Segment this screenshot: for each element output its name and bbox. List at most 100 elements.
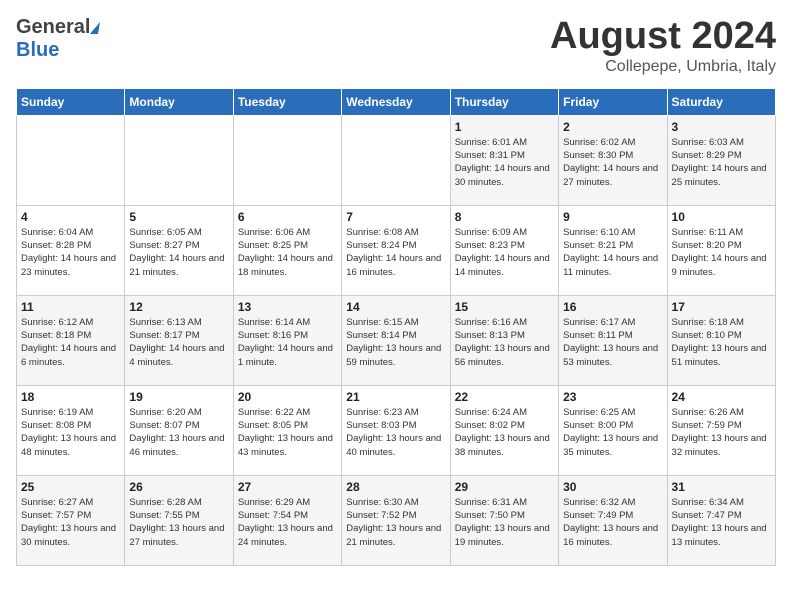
table-row: 28 Sunrise: 6:30 AM Sunset: 7:52 PM Dayli… [342,475,450,565]
day-number: 18 [21,390,120,404]
day-number: 29 [455,480,554,494]
day-info: Sunrise: 6:08 AM Sunset: 8:24 PM Dayligh… [346,226,445,279]
table-row: 5 Sunrise: 6:05 AM Sunset: 8:27 PM Daylig… [125,205,233,295]
table-row: 23 Sunrise: 6:25 AM Sunset: 8:00 PM Dayli… [559,385,667,475]
table-row: 17 Sunrise: 6:18 AM Sunset: 8:10 PM Dayli… [667,295,775,385]
logo: General Blue [16,16,99,62]
day-info: Sunrise: 6:15 AM Sunset: 8:14 PM Dayligh… [346,316,445,369]
logo-general: General [16,16,90,39]
table-row: 2Sunrise: 6:02 AM Sunset: 8:30 PM Daylig… [559,115,667,205]
day-info: Sunrise: 6:17 AM Sunset: 8:11 PM Dayligh… [563,316,662,369]
header-monday: Monday [125,88,233,115]
table-row: 29Sunrise: 6:31 AM Sunset: 7:50 PM Dayli… [450,475,558,565]
day-number: 9 [563,210,662,224]
table-row [342,115,450,205]
day-number: 10 [672,210,771,224]
header-saturday: Saturday [667,88,775,115]
day-number: 19 [129,390,228,404]
day-number: 11 [21,300,120,314]
table-row: 21 Sunrise: 6:23 AM Sunset: 8:03 PM Dayli… [342,385,450,475]
day-number: 30 [563,480,662,494]
table-row [17,115,125,205]
day-number: 28 [346,480,445,494]
day-info: Sunrise: 6:26 AM Sunset: 7:59 PM Dayligh… [672,406,771,459]
table-row: 27Sunrise: 6:29 AM Sunset: 7:54 PM Dayli… [233,475,341,565]
day-number: 26 [129,480,228,494]
day-info: Sunrise: 6:30 AM Sunset: 7:52 PM Dayligh… [346,496,445,549]
day-number: 31 [672,480,771,494]
table-row [233,115,341,205]
day-info: Sunrise: 6:06 AM Sunset: 8:25 PM Dayligh… [238,226,337,279]
table-row: 24 Sunrise: 6:26 AM Sunset: 7:59 PM Dayli… [667,385,775,475]
day-number: 20 [238,390,337,404]
table-row: 3 Sunrise: 6:03 AM Sunset: 8:29 PM Daylig… [667,115,775,205]
calendar-body: 1 Sunrise: 6:01 AM Sunset: 8:31 PM Daylig… [17,115,776,565]
day-info: Sunrise: 6:01 AM Sunset: 8:31 PM Dayligh… [455,136,554,189]
day-info: Sunrise: 6:20 AM Sunset: 8:07 PM Dayligh… [129,406,228,459]
logo-blue: Blue [16,39,59,62]
header-tuesday: Tuesday [233,88,341,115]
day-number: 6 [238,210,337,224]
table-row: 8Sunrise: 6:09 AM Sunset: 8:23 PM Daylig… [450,205,558,295]
table-row: 16 Sunrise: 6:17 AM Sunset: 8:11 PM Dayli… [559,295,667,385]
table-row: 12 Sunrise: 6:13 AM Sunset: 8:17 PM Dayli… [125,295,233,385]
header-friday: Friday [559,88,667,115]
day-info: Sunrise: 6:05 AM Sunset: 8:27 PM Dayligh… [129,226,228,279]
day-info: Sunrise: 6:09 AM Sunset: 8:23 PM Dayligh… [455,226,554,279]
location-subtitle: Collepepe, Umbria, Italy [550,58,776,76]
table-row: 18Sunrise: 6:19 AM Sunset: 8:08 PM Dayli… [17,385,125,475]
table-row: 30 Sunrise: 6:32 AM Sunset: 7:49 PM Dayli… [559,475,667,565]
day-info: Sunrise: 6:28 AM Sunset: 7:55 PM Dayligh… [129,496,228,549]
day-info: Sunrise: 6:34 AM Sunset: 7:47 PM Dayligh… [672,496,771,549]
day-info: Sunrise: 6:03 AM Sunset: 8:29 PM Dayligh… [672,136,771,189]
day-info: Sunrise: 6:14 AM Sunset: 8:16 PM Dayligh… [238,316,337,369]
day-number: 3 [672,120,771,134]
day-number: 17 [672,300,771,314]
day-number: 2 [563,120,662,134]
day-info: Sunrise: 6:18 AM Sunset: 8:10 PM Dayligh… [672,316,771,369]
table-row: 6 Sunrise: 6:06 AM Sunset: 8:25 PM Daylig… [233,205,341,295]
table-row: 15Sunrise: 6:16 AM Sunset: 8:13 PM Dayli… [450,295,558,385]
table-row: 1 Sunrise: 6:01 AM Sunset: 8:31 PM Daylig… [450,115,558,205]
table-row: 13 Sunrise: 6:14 AM Sunset: 8:16 PM Dayli… [233,295,341,385]
day-info: Sunrise: 6:27 AM Sunset: 7:57 PM Dayligh… [21,496,120,549]
table-row: 26 Sunrise: 6:28 AM Sunset: 7:55 PM Dayli… [125,475,233,565]
day-number: 7 [346,210,445,224]
day-number: 12 [129,300,228,314]
day-number: 13 [238,300,337,314]
day-info: Sunrise: 6:22 AM Sunset: 8:05 PM Dayligh… [238,406,337,459]
page-header: General Blue August 2024 Collepepe, Umbr… [16,16,776,76]
logo-arrow-icon [90,22,100,34]
table-row: 11 Sunrise: 6:12 AM Sunset: 8:18 PM Dayli… [17,295,125,385]
day-info: Sunrise: 6:13 AM Sunset: 8:17 PM Dayligh… [129,316,228,369]
day-number: 5 [129,210,228,224]
day-number: 21 [346,390,445,404]
table-row: 19 Sunrise: 6:20 AM Sunset: 8:07 PM Dayli… [125,385,233,475]
table-row: 9 Sunrise: 6:10 AM Sunset: 8:21 PM Daylig… [559,205,667,295]
table-row: 25 Sunrise: 6:27 AM Sunset: 7:57 PM Dayli… [17,475,125,565]
day-number: 25 [21,480,120,494]
day-info: Sunrise: 6:04 AM Sunset: 8:28 PM Dayligh… [21,226,120,279]
table-row: 31 Sunrise: 6:34 AM Sunset: 7:47 PM Dayli… [667,475,775,565]
day-number: 1 [455,120,554,134]
table-row [125,115,233,205]
day-info: Sunrise: 6:12 AM Sunset: 8:18 PM Dayligh… [21,316,120,369]
day-number: 16 [563,300,662,314]
month-title: August 2024 [550,16,776,58]
day-info: Sunrise: 6:10 AM Sunset: 8:21 PM Dayligh… [563,226,662,279]
header-wednesday: Wednesday [342,88,450,115]
day-number: 4 [21,210,120,224]
table-row: 20 Sunrise: 6:22 AM Sunset: 8:05 PM Dayli… [233,385,341,475]
day-number: 27 [238,480,337,494]
calendar-header: Sunday Monday Tuesday Wednesday Thursday… [17,88,776,115]
day-number: 24 [672,390,771,404]
table-row: 4 Sunrise: 6:04 AM Sunset: 8:28 PM Daylig… [17,205,125,295]
day-info: Sunrise: 6:11 AM Sunset: 8:20 PM Dayligh… [672,226,771,279]
header-thursday: Thursday [450,88,558,115]
header-sunday: Sunday [17,88,125,115]
title-block: August 2024 Collepepe, Umbria, Italy [550,16,776,76]
day-info: Sunrise: 6:32 AM Sunset: 7:49 PM Dayligh… [563,496,662,549]
day-info: Sunrise: 6:25 AM Sunset: 8:00 PM Dayligh… [563,406,662,459]
day-info: Sunrise: 6:23 AM Sunset: 8:03 PM Dayligh… [346,406,445,459]
day-number: 23 [563,390,662,404]
